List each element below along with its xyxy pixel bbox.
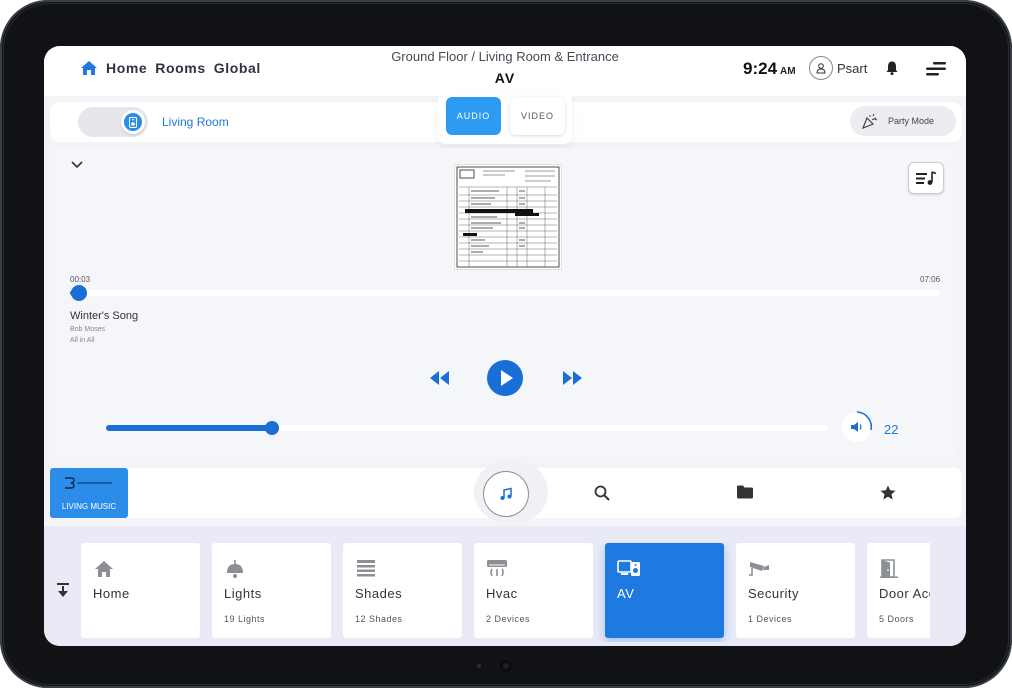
tile-count: 12 Shades — [355, 614, 403, 624]
av-icon — [617, 560, 640, 576]
tile-name: Home — [93, 586, 130, 601]
tile-name: Hvac — [486, 586, 518, 601]
user-name: Psart — [837, 60, 868, 76]
avatar — [809, 56, 833, 80]
lamp-icon — [227, 560, 243, 578]
category-tiles: Home Lights 19 Lights Shades 12 Shades H… — [80, 542, 930, 642]
camera-icon — [749, 562, 769, 576]
play-icon[interactable] — [486, 359, 524, 397]
speaker-icon — [124, 113, 142, 131]
clock-ampm: AM — [780, 66, 796, 77]
rewind-icon[interactable] — [428, 369, 452, 387]
av-tabs: AUDIO VIDEO — [438, 92, 572, 144]
tile-count: 2 Devices — [486, 614, 531, 624]
tab-video[interactable]: VIDEO — [510, 97, 565, 135]
room-selector[interactable]: Living Room — [162, 115, 229, 129]
tile-name: Shades — [355, 586, 403, 601]
now-playing-panel: 00:03 07:06 Winter's Song Bob Moses All … — [54, 148, 958, 456]
tile-home[interactable]: Home — [81, 543, 200, 638]
toggle-knob — [121, 110, 145, 134]
album-art-sketch — [456, 166, 560, 268]
home-icon — [95, 561, 113, 577]
seek-handle[interactable] — [70, 285, 87, 301]
hvac-icon — [487, 560, 507, 577]
party-popper-icon — [861, 113, 878, 130]
clock-time: 9:24 — [743, 59, 778, 78]
volume-value: 22 — [884, 422, 899, 437]
door-icon — [880, 559, 898, 578]
tile-name: Lights — [224, 586, 262, 601]
front-camera — [500, 660, 512, 672]
star-icon[interactable] — [879, 484, 897, 502]
bluesound-logo — [65, 477, 112, 489]
party-mode-label: Party Mode — [888, 116, 935, 126]
clock: 9:24 AM — [743, 59, 796, 79]
tile-door-access[interactable]: Door Access 5 Doors — [867, 543, 930, 638]
download-arrow-icon[interactable] — [56, 582, 70, 600]
source-label: LIVING MUSIC — [61, 502, 117, 511]
tile-count: 1 Devices — [748, 614, 793, 624]
volume-ring — [856, 411, 873, 431]
total-time: 07:06 — [920, 275, 941, 284]
volume-handle[interactable] — [265, 421, 280, 435]
artist-name: Bob Moses — [70, 326, 106, 333]
app-screen: Home Rooms Global Ground Floor / Living … — [44, 46, 966, 646]
user-icon — [816, 63, 826, 74]
music-note-icon — [500, 487, 512, 500]
queue-button[interactable] — [908, 162, 944, 194]
volume-level — [106, 425, 273, 431]
tile-name: AV — [617, 586, 635, 601]
mute-button[interactable] — [842, 411, 873, 442]
tile-av[interactable]: AV — [605, 543, 724, 638]
volume-slider[interactable] — [106, 421, 828, 435]
bell-icon[interactable] — [884, 60, 900, 76]
playlist-icon — [916, 171, 937, 185]
tile-name: Security — [748, 586, 799, 601]
source-bar: LIVING MUSIC — [50, 462, 962, 522]
user-menu[interactable]: Psart — [809, 56, 867, 80]
elapsed-time: 00:03 — [70, 275, 91, 284]
source-card[interactable]: LIVING MUSIC — [50, 468, 128, 518]
song-title: Winter's Song — [70, 310, 139, 322]
menu-icon[interactable] — [925, 61, 947, 77]
room-power-toggle[interactable] — [78, 107, 148, 137]
tile-count: 19 Lights — [224, 614, 266, 624]
tile-security[interactable]: Security 1 Devices — [736, 543, 855, 638]
album-name: All in All — [70, 337, 95, 344]
folder-icon[interactable] — [736, 484, 754, 500]
tile-count: 5 Doors — [879, 614, 915, 624]
search-icon[interactable] — [593, 484, 611, 502]
chevron-down-icon[interactable] — [70, 160, 84, 170]
shades-icon — [357, 560, 375, 577]
sensor-dot — [477, 664, 481, 668]
tile-shades[interactable]: Shades 12 Shades — [343, 543, 462, 638]
tile-hvac[interactable]: Hvac 2 Devices — [474, 543, 593, 638]
party-mode-button[interactable]: Party Mode — [850, 106, 956, 136]
music-button[interactable] — [483, 471, 529, 517]
album-art — [454, 164, 562, 270]
tab-audio[interactable]: AUDIO — [446, 97, 501, 135]
fast-forward-icon[interactable] — [560, 369, 584, 387]
tile-lights[interactable]: Lights 19 Lights — [212, 543, 331, 638]
seek-bar[interactable] — [70, 285, 940, 301]
top-header: Home Rooms Global Ground Floor / Living … — [44, 46, 966, 96]
tile-name: Door Access — [879, 586, 930, 601]
